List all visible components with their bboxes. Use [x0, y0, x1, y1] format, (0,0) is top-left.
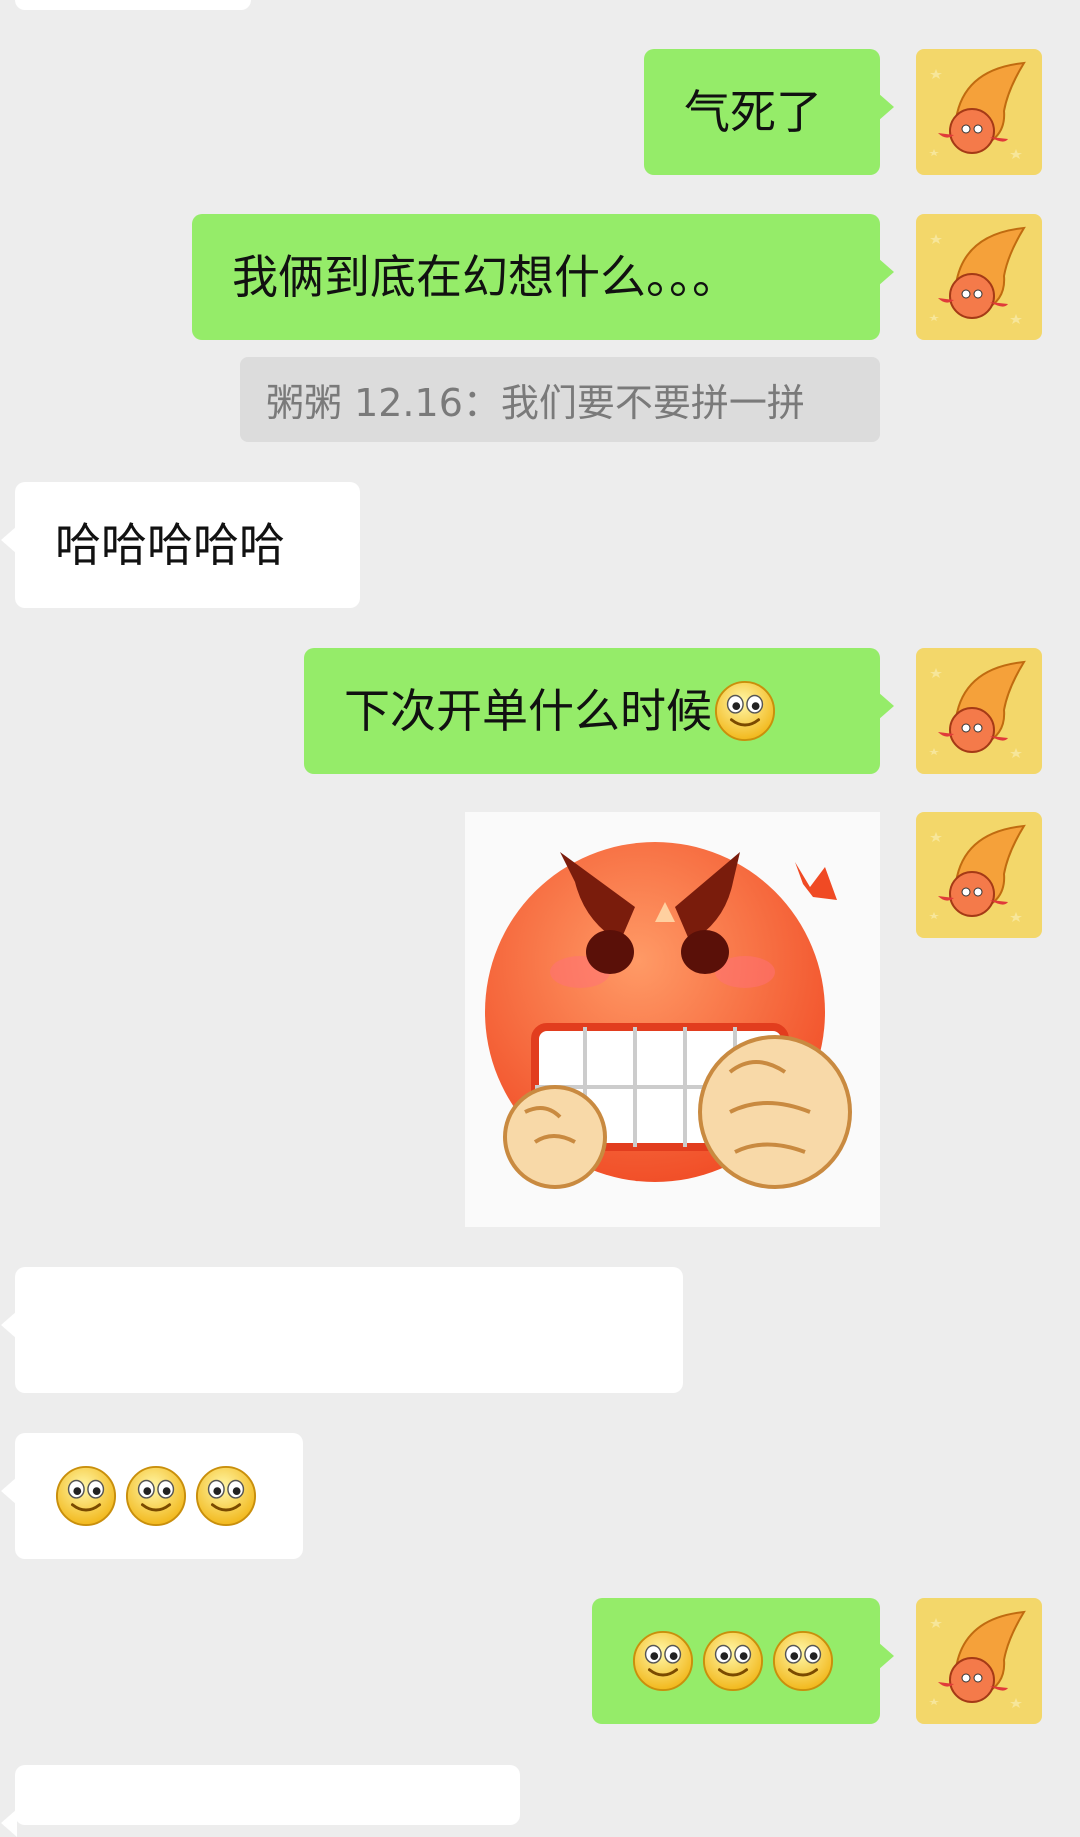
- cartoon-fish-avatar-icon: [916, 214, 1042, 340]
- smile-emoji-icon: [195, 1465, 257, 1527]
- message-text: 哈哈哈哈哈: [55, 518, 285, 572]
- quoted-text: 粥粥 12.16：我们要不要拼一拼: [266, 381, 805, 425]
- message-bubble-incoming[interactable]: [1, 1267, 683, 1393]
- cartoon-fish-avatar-icon: [916, 49, 1042, 175]
- avatar[interactable]: [916, 812, 1042, 938]
- smile-emoji-icon: [632, 1630, 694, 1692]
- message-text: 气死了: [684, 85, 822, 139]
- message-bubble-outgoing[interactable]: 下次开单什么时候: [304, 648, 894, 774]
- cartoon-fish-avatar-icon: [916, 648, 1042, 774]
- message-bubble-outgoing[interactable]: [592, 1598, 894, 1724]
- sticker-message[interactable]: [465, 812, 880, 1227]
- smile-emoji-icon: [55, 1465, 117, 1527]
- cartoon-fish-avatar-icon: [916, 812, 1042, 938]
- cartoon-fish-avatar-icon: [916, 1598, 1042, 1724]
- quoted-message[interactable]: 粥粥 12.16：我们要不要拼一拼: [240, 357, 880, 442]
- message-text: 下次开单什么时候: [344, 684, 712, 738]
- smile-emoji-icon: [125, 1465, 187, 1527]
- message-text: 我俩到底在幻想什么。。。: [232, 250, 738, 304]
- message-bubble-outgoing[interactable]: 我俩到底在幻想什么。。。: [192, 214, 894, 340]
- avatar[interactable]: [916, 648, 1042, 774]
- partial-incoming-bubble: [15, 0, 251, 10]
- message-bubble-incoming[interactable]: 哈哈哈哈哈: [1, 482, 360, 608]
- angry-face-sticker-icon: [465, 812, 880, 1227]
- smile-emoji-icon: [772, 1630, 834, 1692]
- avatar[interactable]: [916, 1598, 1042, 1724]
- smile-emoji-icon: [702, 1630, 764, 1692]
- partial-incoming-bubble: [1, 1765, 520, 1837]
- avatar[interactable]: [916, 49, 1042, 175]
- message-bubble-incoming[interactable]: [1, 1433, 303, 1559]
- message-bubble-outgoing[interactable]: 气死了: [644, 49, 894, 175]
- smile-emoji-icon: [714, 680, 776, 742]
- avatar[interactable]: [916, 214, 1042, 340]
